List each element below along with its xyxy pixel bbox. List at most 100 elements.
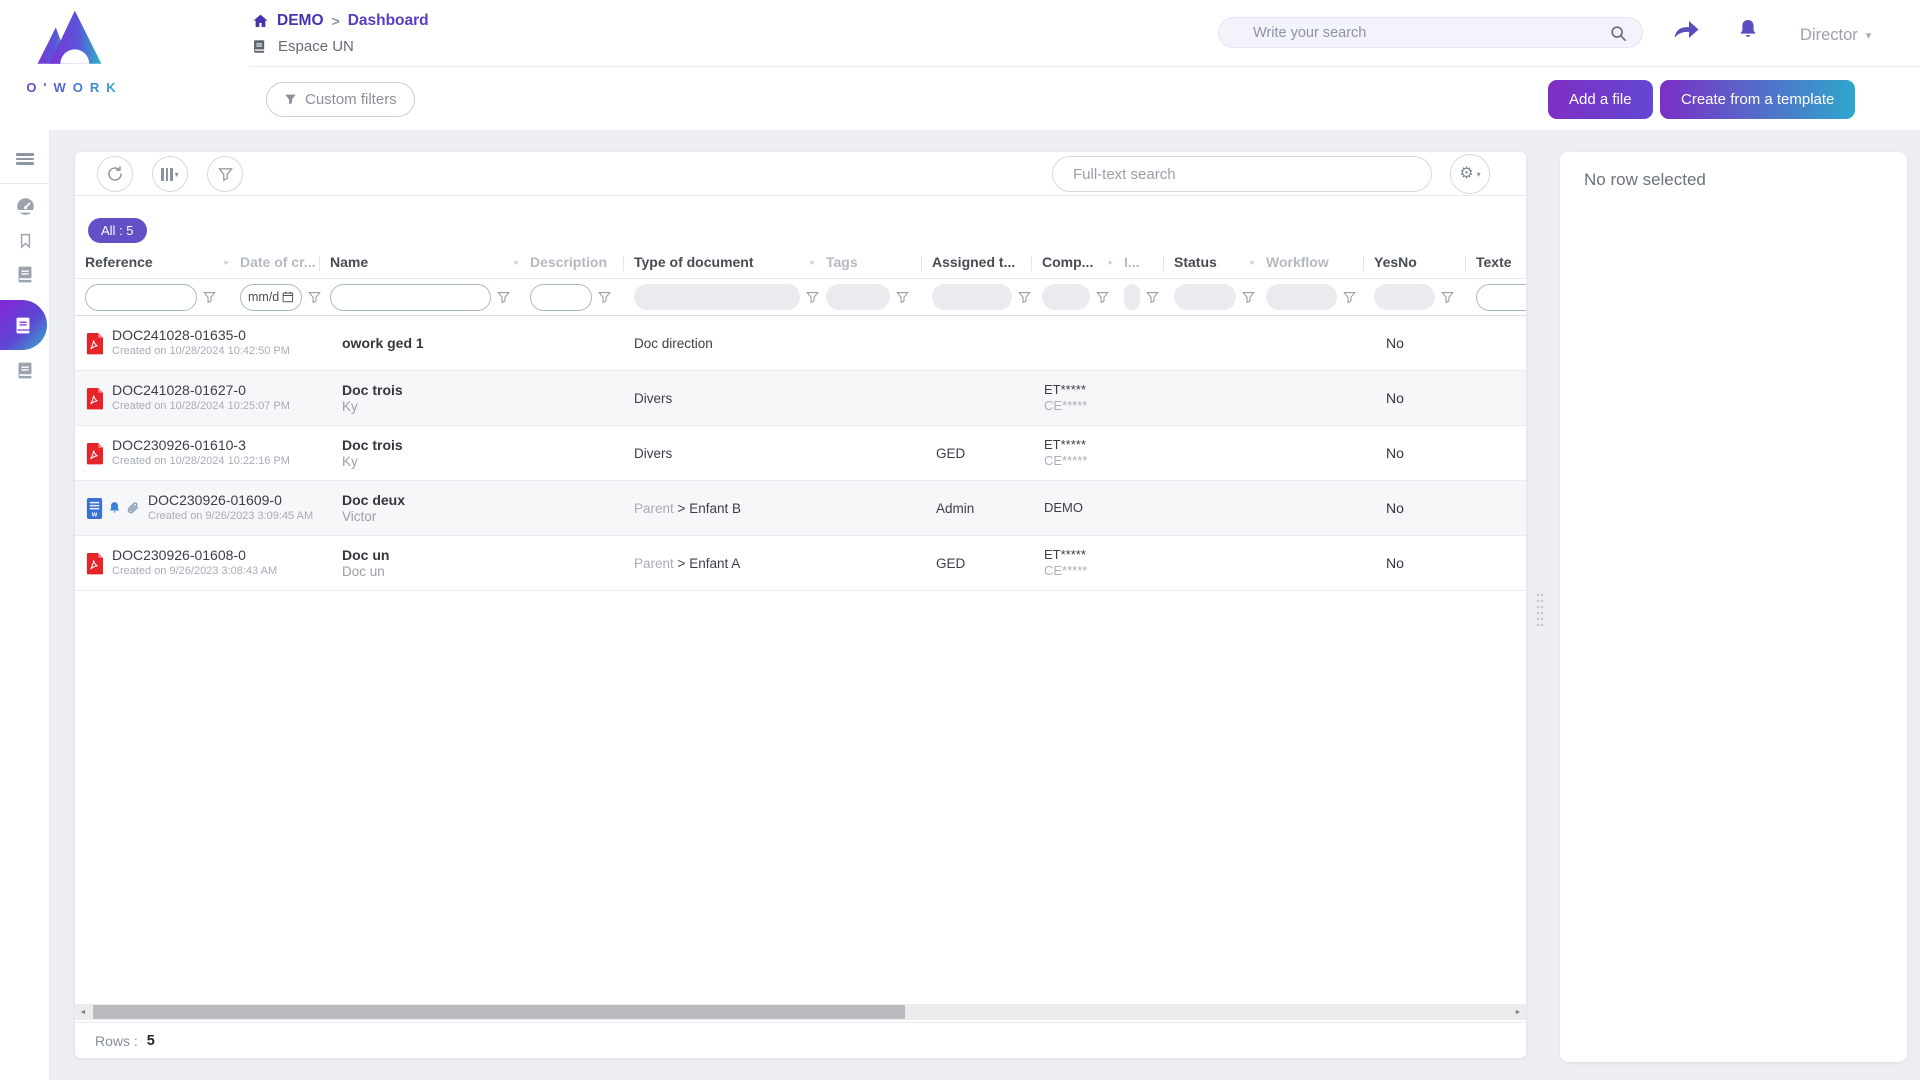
filter-cell-assigned-t [922,279,1032,315]
filter-funnel-button[interactable] [598,291,611,304]
filter-cell-tags [816,279,922,315]
fulltext-search-input[interactable] [1053,157,1431,191]
column-header-i[interactable]: I... [1114,250,1164,278]
bookmark-icon [17,232,34,250]
yesno-cell: No [1364,335,1466,351]
topbar: O'WORK DEMO > Dashboard Espace UN Direct… [0,0,1920,130]
column-header-status[interactable]: Status ▸ [1164,250,1256,278]
filter-input-name[interactable] [330,284,491,311]
filter-funnel-button[interactable] [896,291,909,304]
add-file-button[interactable]: Add a file [1548,80,1653,119]
date-placeholder: mm/d [248,290,279,304]
table-row[interactable]: DOC241028-01635-0Created on 10/28/2024 1… [75,316,1526,371]
table-rows: DOC241028-01635-0Created on 10/28/2024 1… [75,316,1526,591]
share-icon[interactable] [1672,18,1700,47]
refresh-button[interactable] [97,156,133,192]
filter-funnel-button[interactable] [497,291,510,304]
filter-funnel-button[interactable] [1146,291,1159,304]
count-badge[interactable]: All : 5 [88,218,147,243]
filter-date-date-of-cr[interactable]: mm/d [240,284,302,311]
name-cell: owork ged 1 [320,335,520,352]
column-header-type-of-document[interactable]: Type of document▸ [624,250,816,278]
file-icons: w [85,497,140,520]
filter-input-description[interactable] [530,284,592,311]
custom-filters-label: Custom filters [305,91,397,108]
gauge-icon [15,196,36,217]
table-row[interactable]: DOC241028-01627-0Created on 10/28/2024 1… [75,371,1526,426]
filter-select-i[interactable] [1124,284,1140,310]
column-header-yesno[interactable]: YesNo [1364,250,1466,278]
filter-funnel-button[interactable] [1018,291,1031,304]
filter-select-tags[interactable] [826,284,890,310]
column-header-workflow[interactable]: Workflow [1256,250,1364,278]
column-label: Type of document [634,254,754,270]
column-header-name[interactable]: Name▸ [320,250,520,278]
filter-select-type-of-document[interactable] [634,284,800,310]
scrollbar-thumb[interactable] [93,1005,905,1019]
filter-select-status[interactable] [1174,284,1236,310]
scroll-left-icon[interactable]: ◄ [75,1004,91,1020]
filter-cell-comp [1032,279,1114,315]
notifications-bell-icon[interactable] [1736,17,1760,47]
column-header-date-of-cr[interactable]: Date of cr... [230,250,320,278]
yesno-cell: No [1364,555,1466,571]
app-logo[interactable]: O'WORK [12,4,130,95]
breadcrumb-current[interactable]: Dashboard [348,12,429,30]
sidebar-toggle[interactable] [0,144,50,174]
global-search-input[interactable] [1219,18,1642,47]
filter-input-reference[interactable] [85,284,197,311]
column-header-tags[interactable]: Tags [816,250,922,278]
company-primary: ET***** [1044,382,1114,398]
book-icon [14,316,33,335]
table-row[interactable]: DOC230926-01608-0Created on 9/26/2023 3:… [75,536,1526,591]
calendar-icon [282,291,294,303]
filter-funnel-button[interactable] [1096,291,1109,304]
filter-select-yesno[interactable] [1374,284,1435,310]
search-icon[interactable] [1609,24,1627,47]
book-icon [16,265,35,284]
horizontal-scrollbar[interactable]: ◄ ► [75,1004,1526,1020]
filter-funnel-button[interactable] [203,291,216,304]
scroll-right-icon[interactable]: ► [1510,1004,1526,1020]
table-settings-button[interactable]: ⚙ ▾ [1450,154,1490,194]
filter-cell-texte [1466,279,1526,315]
filter-input-texte[interactable] [1476,284,1526,311]
sidebar-item-archive[interactable] [0,355,50,385]
assigned-cell: GED [922,446,1032,461]
column-label: Date of cr... [240,254,315,270]
column-header-reference[interactable]: Reference▸ [75,250,230,278]
sidebar-item-documents[interactable] [0,259,50,289]
filter-funnel-button[interactable] [1441,291,1454,304]
sidebar-item-bookmarks[interactable] [0,226,50,256]
filter-select-workflow[interactable] [1266,284,1337,310]
refresh-icon [106,165,124,183]
column-settings-button[interactable]: ▾ [152,156,188,192]
panel-resize-handle[interactable] [1536,592,1544,626]
company-cell: DEMO [1032,500,1114,516]
no-selection-message: No row selected [1560,152,1907,208]
create-from-template-button[interactable]: Create from a template [1660,80,1855,119]
filter-select-comp[interactable] [1042,284,1090,310]
sort-arrow-icon: ▸ [1250,257,1255,268]
column-header-texte[interactable]: Texte [1466,250,1526,278]
table-row[interactable]: wDOC230926-01609-0Created on 9/26/2023 3… [75,481,1526,536]
column-header-assigned-t[interactable]: Assigned t... [922,250,1032,278]
user-menu[interactable]: Director ▾ [1800,26,1871,45]
filter-funnel-button[interactable] [1242,291,1255,304]
filter-button[interactable] [207,156,243,192]
table-row[interactable]: DOC230926-01610-3Created on 10/28/2024 1… [75,426,1526,481]
created-timestamp: Created on 9/26/2023 3:09:45 AM [148,509,313,524]
column-header-description[interactable]: Description [520,250,624,278]
home-icon[interactable] [252,13,269,29]
column-header-comp[interactable]: Comp...▸ [1032,250,1114,278]
sidebar-item-ged-active[interactable] [0,300,47,350]
filter-funnel-button[interactable] [1343,291,1356,304]
document-subtitle: Ky [342,454,520,470]
filter-select-assigned-t[interactable] [932,284,1012,310]
column-label: Status [1174,254,1217,270]
custom-filters-button[interactable]: Custom filters [266,82,415,117]
sidebar-item-dashboard[interactable] [0,191,50,221]
type-label: Enfant B [689,501,741,516]
breadcrumb-root[interactable]: DEMO [277,12,324,30]
filter-funnel-icon [896,291,909,304]
